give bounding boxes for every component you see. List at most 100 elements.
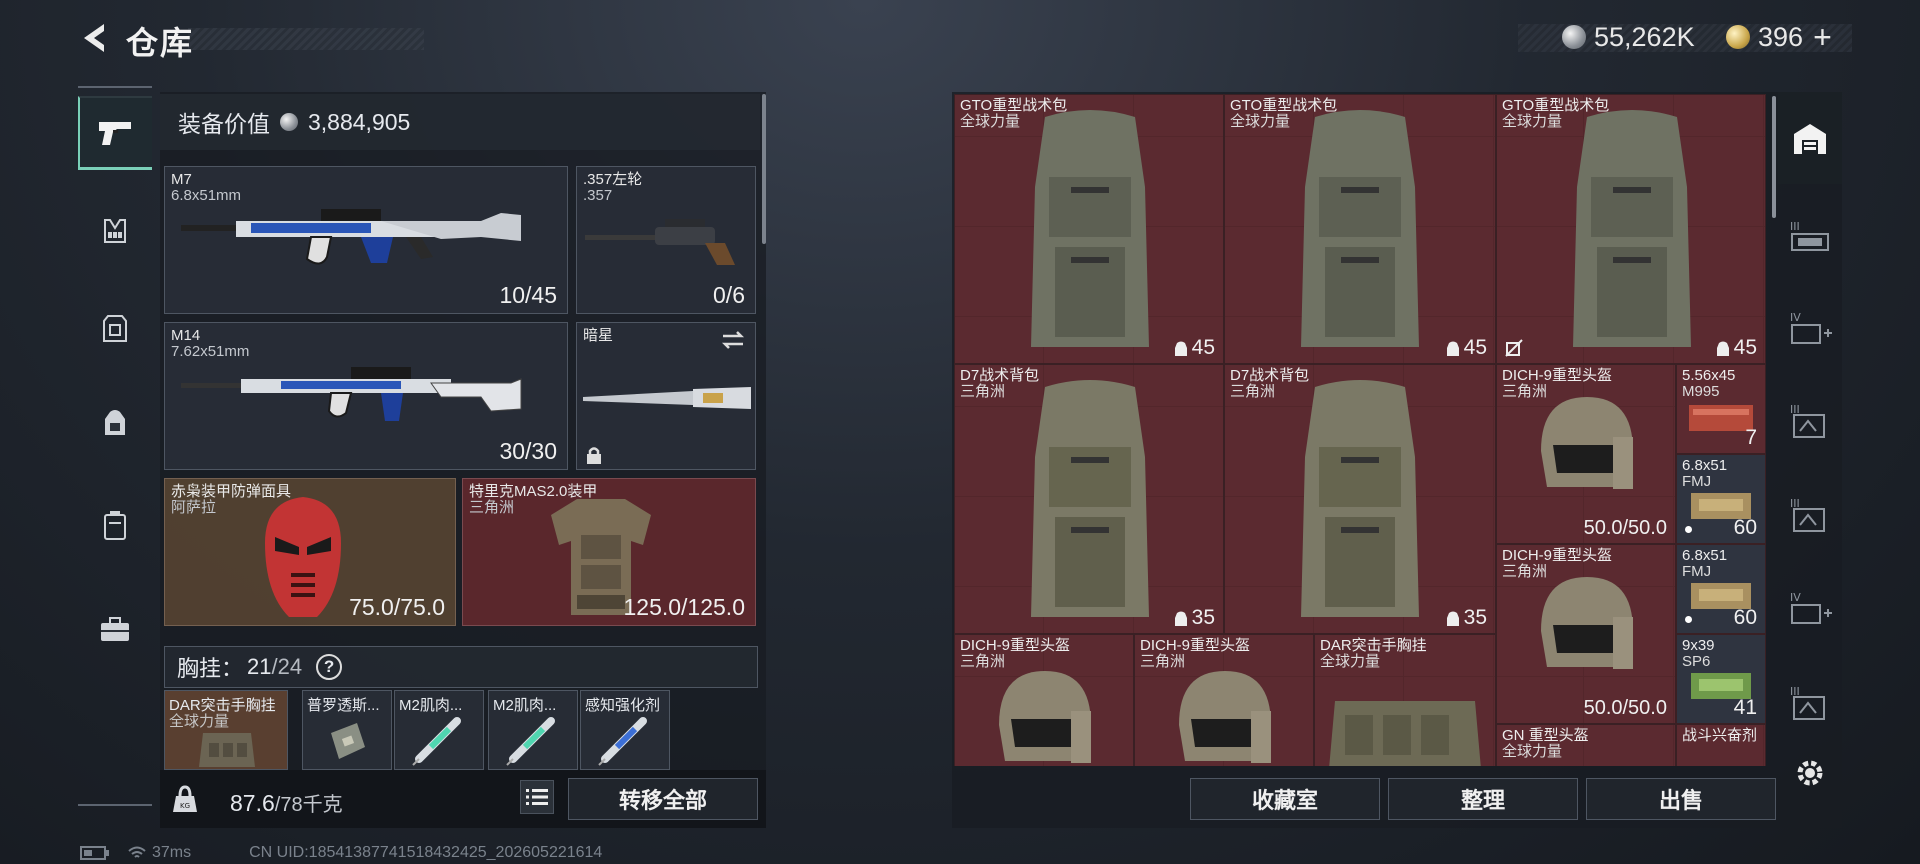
warehouse-icon	[1794, 124, 1826, 154]
toolbox-icon	[101, 617, 129, 641]
red-mask-icon	[265, 497, 341, 617]
storage-item[interactable]: 6.8x51 FMJ 60	[1676, 544, 1766, 634]
item-count: 45	[1463, 336, 1487, 359]
sell-button[interactable]: 出售	[1586, 778, 1776, 820]
item-name: GN 重型头盔	[1502, 727, 1589, 744]
knife-icon	[583, 387, 751, 409]
item-capacity: 35	[1446, 606, 1487, 630]
storage-item[interactable]: 6.8x51 FMJ 60	[1676, 454, 1766, 544]
storage-item[interactable]: DICH-9重型头盔 三角洲	[954, 634, 1134, 766]
storage-item[interactable]: GTO重型战术包 全球力量 45	[954, 94, 1224, 364]
transfer-all-button[interactable]: 转移全部	[568, 778, 758, 820]
item-count: 60	[1733, 606, 1757, 629]
nav-armor[interactable]	[78, 292, 152, 366]
left-category-nav	[78, 86, 152, 806]
organize-button[interactable]: 整理	[1388, 778, 1578, 820]
loadout-scrollbar[interactable]	[762, 94, 766, 244]
backpack-icon	[1573, 110, 1691, 347]
collection-room-button[interactable]: 收藏室	[1190, 778, 1380, 820]
tab-expansion-3b[interactable]: III	[1778, 374, 1842, 466]
tab-expansion-3c[interactable]: III	[1778, 468, 1842, 560]
item-count: 45	[1733, 336, 1757, 359]
chest-item-proteus[interactable]: 普罗透斯...	[302, 690, 392, 770]
svg-text:IV: IV	[1790, 591, 1801, 604]
help-button[interactable]: ?	[316, 654, 343, 680]
weight-max: /78千克	[274, 794, 343, 816]
item-count: 41	[1733, 696, 1757, 719]
backpack-icon	[1031, 380, 1149, 617]
storage-item[interactable]: 战斗兴奋剂	[1676, 724, 1766, 766]
primary-weapon-slot-1[interactable]: M7 6.8x51mm 10/45	[164, 166, 568, 314]
storage-item[interactable]: D7战术背包 三角洲 35	[1224, 364, 1496, 634]
item-name: M2肌肉...	[399, 697, 463, 714]
svg-text:III: III	[1790, 220, 1800, 233]
item-origin: 三角洲	[1230, 383, 1276, 400]
armor-slot[interactable]: 特里克MAS2.0装甲 三角洲 125.0/125.0	[462, 478, 756, 626]
back-icon[interactable]	[78, 20, 114, 56]
expansion-case-icon: III	[1790, 497, 1825, 532]
item-name: 普罗透斯...	[307, 697, 380, 714]
helmet-icon	[1179, 671, 1271, 763]
m7-rifle-icon	[181, 209, 521, 265]
equip-value-bar: 装备价值 3,884,905	[160, 94, 760, 150]
chest-item-m2-2[interactable]: M2肌肉...	[488, 690, 578, 770]
storage-item[interactable]: 5.56x45 M995 7	[1676, 364, 1766, 454]
gold-coin-icon	[1726, 25, 1750, 49]
storage-scrollbar[interactable]	[1772, 96, 1776, 218]
helmet-slot[interactable]: 赤枭装甲防弹面具 阿萨拉 75.0/75.0	[164, 478, 456, 626]
nav-weapons[interactable]	[78, 96, 152, 170]
storage-item[interactable]: DAR突击手胸挂 全球力量	[1314, 634, 1496, 766]
chest-rig-total: /24	[271, 654, 303, 679]
page-title: 仓库	[126, 25, 195, 61]
storage-item[interactable]: GTO重型战术包 全球力量 45	[1224, 94, 1496, 364]
helmet-icon	[999, 671, 1091, 763]
expansion-case-icon: III	[1790, 685, 1825, 720]
item-name: DAR突击手胸挂	[1320, 637, 1427, 654]
pistol-icon	[99, 121, 131, 145]
add-expansion-icon: IV	[1790, 311, 1832, 344]
chest-rig-header: 胸挂： 21 /24 ?	[164, 646, 758, 688]
nav-backpack[interactable]	[78, 386, 152, 460]
storage-item[interactable]: D7战术背包 三角洲 35	[954, 364, 1224, 634]
storage-item[interactable]: DICH-9重型头盔 三角洲 50.0/50.0	[1496, 544, 1676, 724]
item-name: 9x39	[1682, 637, 1715, 654]
item-count: 35	[1191, 606, 1215, 629]
chest-item-m2-1[interactable]: M2肌肉...	[394, 690, 484, 770]
helmet-icon	[1541, 577, 1633, 669]
nav-case[interactable]	[78, 592, 152, 666]
ammo-count: 10/45	[499, 282, 557, 308]
melee-slot[interactable]: 暗星	[576, 322, 756, 470]
chest-rig-item[interactable]: DAR突击手胸挂 全球力量	[164, 690, 288, 770]
add-currency-button[interactable]: +	[1813, 19, 1832, 56]
tab-expansion-3[interactable]: III	[1778, 190, 1842, 282]
backpack-icon	[1031, 110, 1149, 347]
secondary-weapon-slot[interactable]: .357左轮 .357 0/6	[576, 166, 756, 314]
tab-expansion-4-add[interactable]: IV	[1778, 282, 1842, 374]
swap-icon[interactable]	[719, 329, 747, 351]
item-origin: 全球力量	[1502, 743, 1563, 760]
storage-item[interactable]: 9x39 SP6 41	[1676, 634, 1766, 724]
tab-warehouse[interactable]	[1778, 92, 1842, 184]
item-name: M2肌肉...	[493, 697, 557, 714]
nav-chest-rig[interactable]	[78, 194, 152, 268]
item-durability: 50.0/50.0	[1583, 697, 1667, 719]
pouch-icon	[104, 511, 126, 540]
storage-item[interactable]: GTO重型战术包 全球力量 45	[1496, 94, 1766, 364]
tab-expansion-3d[interactable]: III	[1778, 656, 1842, 748]
item-capacity: 45	[1716, 336, 1757, 360]
storage-item[interactable]: DICH-9重型头盔 三角洲	[1134, 634, 1314, 766]
item-name: 战斗兴奋剂	[1682, 727, 1758, 744]
storage-item[interactable]: DICH-9重型头盔 三角洲 50.0/50.0	[1496, 364, 1676, 544]
chest-item-perception[interactable]: 感知强化剂	[580, 690, 670, 770]
svg-text:IV: IV	[1790, 311, 1801, 324]
settings-button[interactable]	[1778, 738, 1842, 808]
storage-item[interactable]: GN 重型头盔 全球力量	[1496, 724, 1676, 766]
tab-expansion-4b-add[interactable]: IV	[1778, 562, 1842, 654]
add-expansion-icon: IV	[1790, 591, 1832, 624]
item-origin: 全球力量	[169, 713, 230, 730]
chest-rig-label: 胸挂：	[177, 656, 244, 681]
list-view-button[interactable]	[520, 780, 554, 814]
primary-weapon-slot-2[interactable]: M14 7.62x51mm 30/30	[164, 322, 568, 470]
nav-pouch[interactable]	[78, 488, 152, 562]
syringe-icon	[598, 717, 647, 766]
